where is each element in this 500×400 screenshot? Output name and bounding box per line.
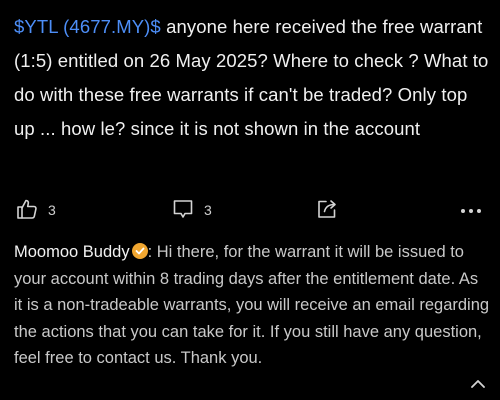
more-dots-icon xyxy=(460,202,482,218)
reply-author[interactable]: Moomoo Buddy xyxy=(14,243,130,261)
post-action-bar: 3 3 xyxy=(16,196,486,224)
stock-ticker-link[interactable]: $YTL (4677.MY)$ xyxy=(14,16,161,37)
share-icon xyxy=(316,198,338,223)
share-button[interactable] xyxy=(316,196,338,224)
reply-comment: Moomoo Buddy: Hi there, for the warrant … xyxy=(14,239,490,372)
comment-count: 3 xyxy=(204,202,212,218)
comment-icon xyxy=(172,198,194,223)
reply-text: : Hi there, for the warrant it will be i… xyxy=(14,243,490,367)
comment-button[interactable]: 3 xyxy=(172,196,212,224)
verified-badge-icon xyxy=(131,243,148,259)
post: $YTL (4677.MY)$ anyone here received the… xyxy=(14,10,490,146)
more-options-button[interactable] xyxy=(460,196,482,224)
collapse-button[interactable] xyxy=(468,376,488,392)
like-count: 3 xyxy=(48,202,56,218)
post-text: $YTL (4677.MY)$ anyone here received the… xyxy=(14,10,490,146)
chevron-up-icon xyxy=(468,379,488,396)
thumbs-up-icon xyxy=(16,198,38,223)
like-button[interactable]: 3 xyxy=(16,196,56,224)
